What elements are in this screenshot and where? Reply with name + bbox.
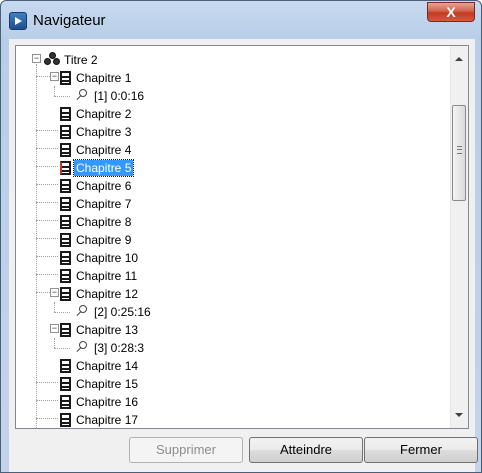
dialog-body: − Titre 2 − Chapitre 1 [1] 0:0:16 Chapit… [9,39,478,472]
scroll-down-icon[interactable] [455,413,463,417]
atteindre-button[interactable]: Atteindre [249,437,363,463]
film-icon [60,359,71,373]
film-icon [60,251,71,265]
tree-item-chapitre-10[interactable]: Chapitre 10 [74,250,140,266]
tree-item-chapitre-12[interactable]: Chapitre 12 [74,286,140,302]
tree-item-chapitre-9[interactable]: Chapitre 9 [74,232,133,248]
film-icon [60,323,71,337]
tree-item-chapitre-15[interactable]: Chapitre 15 [74,376,140,392]
tree-item-chapitre-8[interactable]: Chapitre 8 [74,214,133,230]
supprimer-button[interactable]: Supprimer [129,437,243,463]
film-icon [60,197,71,211]
bookmark-icon [74,89,90,103]
bookmark-icon [74,305,90,319]
navigator-window: Navigateur X − Titre 2 − Chapitre 1 [1] … [0,0,482,473]
film-icon [60,413,71,427]
tree-item-chapitre-14[interactable]: Chapitre 14 [74,358,140,374]
tree-item-chapitre-16[interactable]: Chapitre 16 [74,394,140,410]
film-icon [60,143,71,157]
tree-item-chapitre-7[interactable]: Chapitre 7 [74,196,133,212]
tree-item-chapitre-3[interactable]: Chapitre 3 [74,124,133,140]
film-icon [60,269,71,283]
collapse-toggle-chapitre-12[interactable]: − [50,288,59,297]
tree-item-chapitre-13[interactable]: Chapitre 13 [74,322,140,338]
tree-item-chapitre-4[interactable]: Chapitre 4 [74,142,133,158]
tree-item-chapitre-17[interactable]: Chapitre 17 [74,412,140,428]
bookmark-icon [74,341,90,355]
film-icon [60,107,71,121]
film-icon [60,179,71,193]
tree-item-root[interactable]: Titre 2 [62,52,100,68]
play-icon [9,12,27,30]
collapse-toggle-root[interactable]: − [32,54,41,63]
window-title: Navigateur [33,12,106,29]
film-icon [60,395,71,409]
film-icon [60,233,71,247]
film-icon [60,125,71,139]
scroll-thumb[interactable] [452,105,466,201]
tree-item-chapitre-11[interactable]: Chapitre 11 [74,268,139,284]
tree-item-marker-2[interactable]: [2] 0:25:16 [92,304,153,320]
tree-item-chapitre-5[interactable]: Chapitre 5 [72,159,135,177]
fermer-button[interactable]: Fermer [364,437,478,463]
disc-icon [44,52,60,66]
film-icon [60,287,71,301]
tree-item-marker-3[interactable]: [3] 0:28:3 [92,340,146,356]
chapter-tree[interactable]: − Titre 2 − Chapitre 1 [1] 0:0:16 Chapit… [15,45,469,429]
collapse-toggle-chapitre-1[interactable]: − [50,72,59,81]
tree-item-chapitre-1[interactable]: Chapitre 1 [74,70,133,86]
tree-item-chapitre-2[interactable]: Chapitre 2 [74,106,133,122]
title-bar[interactable]: Navigateur X [1,1,481,39]
scroll-up-icon[interactable] [455,57,463,61]
film-icon [60,71,71,85]
tree-item-chapitre-6[interactable]: Chapitre 6 [74,178,133,194]
vertical-scrollbar[interactable] [450,46,468,428]
film-icon [60,377,71,391]
collapse-toggle-chapitre-13[interactable]: − [50,324,59,333]
close-button[interactable]: X [427,2,475,22]
tree-item-marker-1[interactable]: [1] 0:0:16 [92,88,146,104]
film-icon [60,215,71,229]
film-icon [60,161,71,175]
